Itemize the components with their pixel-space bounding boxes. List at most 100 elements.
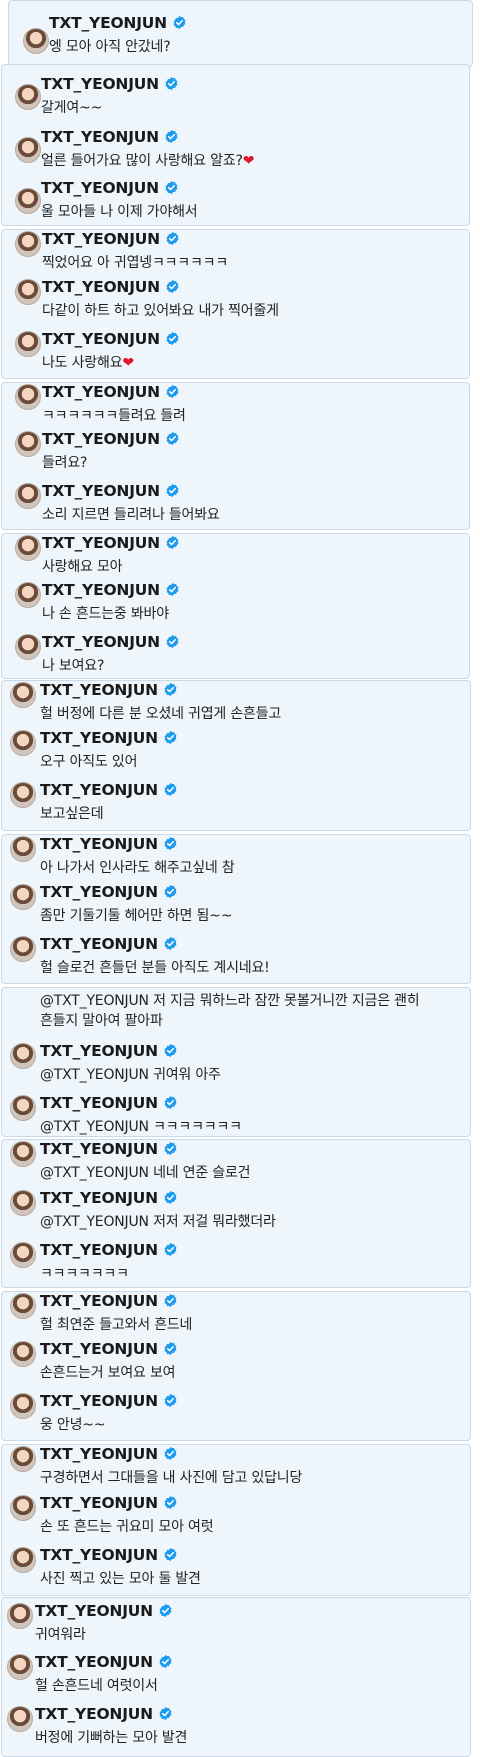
avatar[interactable] [7, 1603, 33, 1629]
username[interactable]: TXT_YEONJUN [41, 179, 179, 197]
avatar[interactable] [15, 431, 41, 457]
reply-item[interactable]: TXT_YEONJUN 아 나가서 인사라도 해주고싶네 참 [2, 835, 470, 890]
username[interactable]: TXT_YEONJUN [42, 330, 180, 348]
avatar[interactable] [15, 331, 41, 357]
avatar[interactable] [23, 28, 49, 54]
reply-item[interactable]: @TXT_YEONJUN 저 지금 뭐하느라 잠깐 못볼거니깐 지금은 괜히 흔들… [2, 988, 470, 1042]
username[interactable]: TXT_YEONJUN [42, 230, 180, 248]
reply-item[interactable]: TXT_YEONJUN 엥 모아 아직 안갔네? [9, 14, 472, 66]
avatar[interactable] [10, 1547, 36, 1573]
username[interactable]: TXT_YEONJUN [40, 835, 178, 853]
reply-item[interactable]: TXT_YEONJUN @TXT_YEONJUN 귀여워 아주 [2, 1042, 470, 1097]
avatar[interactable] [15, 188, 41, 214]
avatar[interactable] [10, 782, 36, 808]
username[interactable]: TXT_YEONJUN [40, 883, 178, 901]
avatar[interactable] [10, 1446, 36, 1472]
avatar[interactable] [15, 279, 41, 305]
username[interactable]: TXT_YEONJUN [42, 430, 180, 448]
avatar[interactable] [15, 137, 41, 163]
avatar[interactable] [10, 1393, 36, 1419]
reply-item[interactable]: TXT_YEONJUN 얼른 들어가요 많이 사랑해요 알죠?❤ [2, 128, 469, 183]
reply-item[interactable]: TXT_YEONJUN 버정에 기뻐하는 모아 발견 [2, 1705, 470, 1756]
username[interactable]: TXT_YEONJUN [35, 1705, 173, 1723]
username[interactable]: TXT_YEONJUN [42, 278, 180, 296]
avatar[interactable] [10, 884, 36, 910]
username[interactable]: TXT_YEONJUN [40, 1546, 178, 1564]
mention-link[interactable]: @TXT_YEONJUN [40, 1165, 149, 1181]
avatar[interactable] [10, 1293, 36, 1319]
username[interactable]: TXT_YEONJUN [40, 681, 178, 699]
username[interactable]: TXT_YEONJUN [40, 1042, 178, 1060]
reply-item[interactable]: TXT_YEONJUN 울 모아들 나 이제 가야해서 [2, 179, 469, 225]
reply-item[interactable]: TXT_YEONJUN 소리 지르면 들리려나 들어봐요 [2, 482, 469, 529]
mention-link[interactable]: @TXT_YEONJUN [40, 993, 149, 1009]
reply-item[interactable]: TXT_YEONJUN 나 손 흔드는중 봐바야 [2, 581, 469, 636]
username[interactable]: TXT_YEONJUN [40, 1292, 178, 1310]
reply-item[interactable]: TXT_YEONJUN 헐 손흔드네 여럿이서 [2, 1653, 470, 1708]
username[interactable]: TXT_YEONJUN [40, 729, 178, 747]
avatar[interactable] [10, 1190, 36, 1216]
avatar[interactable] [15, 535, 41, 561]
reply-item[interactable]: TXT_YEONJUN 사진 찍고 있는 모아 둘 발견 [2, 1546, 470, 1595]
username[interactable]: TXT_YEONJUN [40, 1241, 178, 1259]
avatar[interactable] [10, 1043, 36, 1069]
avatar[interactable] [7, 1706, 33, 1732]
avatar[interactable] [10, 1242, 36, 1268]
reply-item[interactable]: TXT_YEONJUN 갈게여~~ [2, 75, 469, 130]
avatar[interactable] [10, 836, 36, 862]
username[interactable]: TXT_YEONJUN [41, 75, 179, 93]
avatar[interactable] [10, 1495, 36, 1521]
username[interactable]: TXT_YEONJUN [42, 482, 180, 500]
avatar[interactable] [15, 634, 41, 660]
reply-item[interactable]: TXT_YEONJUN ㅋㅋㅋㅋㅋㅋㅋ [2, 1241, 470, 1287]
avatar[interactable] [15, 231, 41, 257]
reply-item[interactable]: TXT_YEONJUN 나 보여요? [2, 633, 469, 678]
reply-item[interactable]: TXT_YEONJUN 손흔드는거 보여요 보여 [2, 1340, 470, 1395]
reply-item[interactable]: TXT_YEONJUN 보고싶은데 [2, 781, 470, 830]
username[interactable]: TXT_YEONJUN [42, 383, 180, 401]
reply-item[interactable]: TXT_YEONJUN 구경하면서 그대들을 내 사진에 담고 있답니당 [2, 1445, 470, 1500]
reply-item[interactable]: TXT_YEONJUN 들려요? [2, 430, 469, 485]
username[interactable]: TXT_YEONJUN [40, 1494, 178, 1512]
mention-link[interactable]: @TXT_YEONJUN [40, 1214, 149, 1230]
avatar[interactable] [10, 730, 36, 756]
username[interactable]: TXT_YEONJUN [42, 581, 180, 599]
avatar[interactable] [15, 84, 41, 110]
username[interactable]: TXT_YEONJUN [40, 1140, 178, 1158]
reply-item[interactable]: TXT_YEONJUN 웅 안녕~~ [2, 1392, 470, 1440]
username[interactable]: TXT_YEONJUN [35, 1653, 173, 1671]
username[interactable]: TXT_YEONJUN [42, 633, 180, 651]
reply-item[interactable]: TXT_YEONJUN 손 또 흔드는 귀요미 모아 여럿 [2, 1494, 470, 1549]
reply-item[interactable]: TXT_YEONJUN @TXT_YEONJUN 저저 저걸 뭐라했더라 [2, 1189, 470, 1244]
username[interactable]: TXT_YEONJUN [40, 935, 178, 953]
reply-item[interactable]: TXT_YEONJUN 찍었어요 아 귀엽넹ㅋㅋㅋㅋㅋㅋ [2, 230, 469, 285]
avatar[interactable] [10, 682, 36, 708]
username[interactable]: TXT_YEONJUN [40, 1445, 178, 1463]
avatar[interactable] [10, 936, 36, 962]
username[interactable]: TXT_YEONJUN [35, 1602, 173, 1620]
reply-item[interactable]: TXT_YEONJUN 헐 슬로건 흔들던 분들 아직도 계시네요! [2, 935, 470, 983]
username[interactable]: TXT_YEONJUN [49, 14, 187, 32]
reply-item[interactable]: TXT_YEONJUN @TXT_YEONJUN ㅋㅋㅋㅋㅋㅋㅋ [2, 1094, 470, 1136]
reply-item[interactable]: TXT_YEONJUN 나도 사랑해요❤ [2, 330, 469, 378]
avatar[interactable] [10, 1141, 36, 1167]
username[interactable]: TXT_YEONJUN [40, 781, 178, 799]
username[interactable]: TXT_YEONJUN [40, 1094, 178, 1112]
reply-item[interactable]: TXT_YEONJUN @TXT_YEONJUN 네네 연준 슬로건 [2, 1140, 470, 1195]
reply-item[interactable]: TXT_YEONJUN 헐 버정에 다른 분 오셨네 귀엽게 손흔들고 [2, 681, 470, 736]
avatar[interactable] [15, 582, 41, 608]
reply-item[interactable]: TXT_YEONJUN 좀만 기둘기둘 헤어만 하면 됨~~ [2, 883, 470, 938]
mention-link[interactable]: @TXT_YEONJUN [40, 1119, 149, 1135]
avatar[interactable] [10, 1095, 36, 1121]
reply-item[interactable]: TXT_YEONJUN 오구 아직도 있어 [2, 729, 470, 784]
username[interactable]: TXT_YEONJUN [40, 1340, 178, 1358]
username[interactable]: TXT_YEONJUN [40, 1392, 178, 1410]
reply-item[interactable]: TXT_YEONJUN 다같이 하트 하고 있어봐요 내가 찍어줄게 [2, 278, 469, 333]
username[interactable]: TXT_YEONJUN [41, 128, 179, 146]
reply-item[interactable]: TXT_YEONJUN 헐 최연준 들고와서 흔드네 [2, 1292, 470, 1347]
reply-item[interactable]: TXT_YEONJUN 귀여워라 [2, 1602, 470, 1657]
avatar[interactable] [7, 1654, 33, 1680]
avatar[interactable] [15, 384, 41, 410]
username[interactable]: TXT_YEONJUN [42, 534, 180, 552]
avatar[interactable] [10, 1341, 36, 1367]
